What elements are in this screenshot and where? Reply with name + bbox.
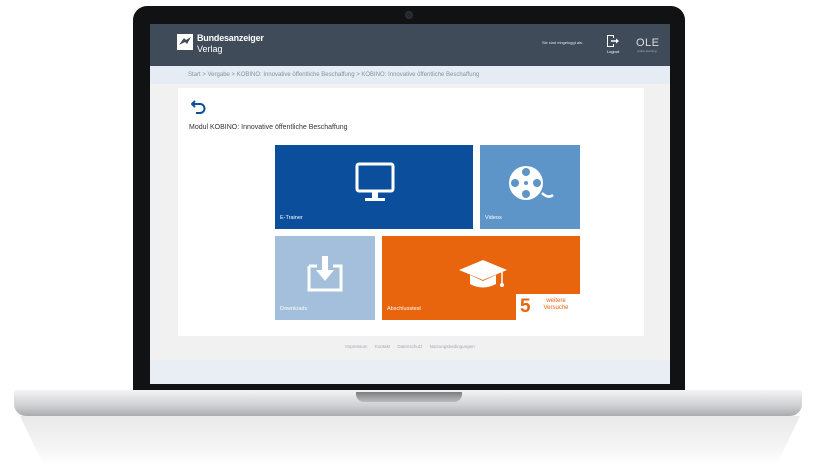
footer: Impressum Kontakt Datenschutz Nutzungsbe… [150,344,670,349]
brand-name: Bundesanzeiger [197,33,264,43]
tile-etrainer[interactable]: E-Trainer [275,145,473,229]
partner-logo: OLE [636,37,660,49]
footer-link-kontakt[interactable]: Kontakt [375,344,390,349]
attempts-text-line1: weitere [546,298,566,304]
footer-link-datenschutz[interactable]: Datenschutz [397,344,422,349]
breadcrumb[interactable]: Start > Vergabe > KOBINO: Innovative öff… [188,72,479,78]
laptop-shadow [20,416,800,465]
tile-abschlusstest[interactable]: Abschlusstest 5 weitere Versuche [382,236,580,320]
footer-link-impressum[interactable]: Impressum [345,344,367,349]
screen: Bundesanzeiger Verlag Sie sind eingelogg… [150,24,670,384]
tile-etrainer-label: E-Trainer [280,215,303,221]
footer-link-nutzungsbedingungen[interactable]: Nutzungsbedingungen [430,344,475,349]
tile-downloads[interactable]: Downloads [275,236,375,320]
app-header: Bundesanzeiger Verlag Sie sind eingelogg… [150,24,670,66]
tile-abschlusstest-label: Abschlusstest [387,306,421,312]
graduation-cap-icon [459,260,507,288]
download-icon [307,256,343,292]
attempts-text-line2: Versuche [543,305,569,311]
logout-icon [607,35,619,47]
logout-button[interactable]: Logout [604,34,622,62]
tile-videos[interactable]: Videos [480,145,580,229]
user-label: Sie sind eingeloggt als: [542,40,584,45]
monitor-icon [355,162,395,201]
back-arrow-icon[interactable] [191,98,207,114]
attempts-badge: 5 weitere Versuche [516,294,580,320]
bottom-strip [150,360,670,384]
attempts-count: 5 [520,296,531,317]
attempts-text: weitere Versuche [536,298,576,312]
module-title: Modul KOBINO: Innovative öffentliche Bes… [189,124,348,131]
brand-subname: Verlag [197,44,223,54]
tile-downloads-label: Downloads [280,306,308,312]
partner-subtitle: online learning [637,49,657,53]
film-reel-icon [509,166,554,200]
logout-label: Logout [606,49,620,54]
publisher-logo-icon [177,34,193,50]
laptop-notch [356,392,462,402]
camera [405,11,413,19]
tile-videos-label: Videos [485,215,502,221]
